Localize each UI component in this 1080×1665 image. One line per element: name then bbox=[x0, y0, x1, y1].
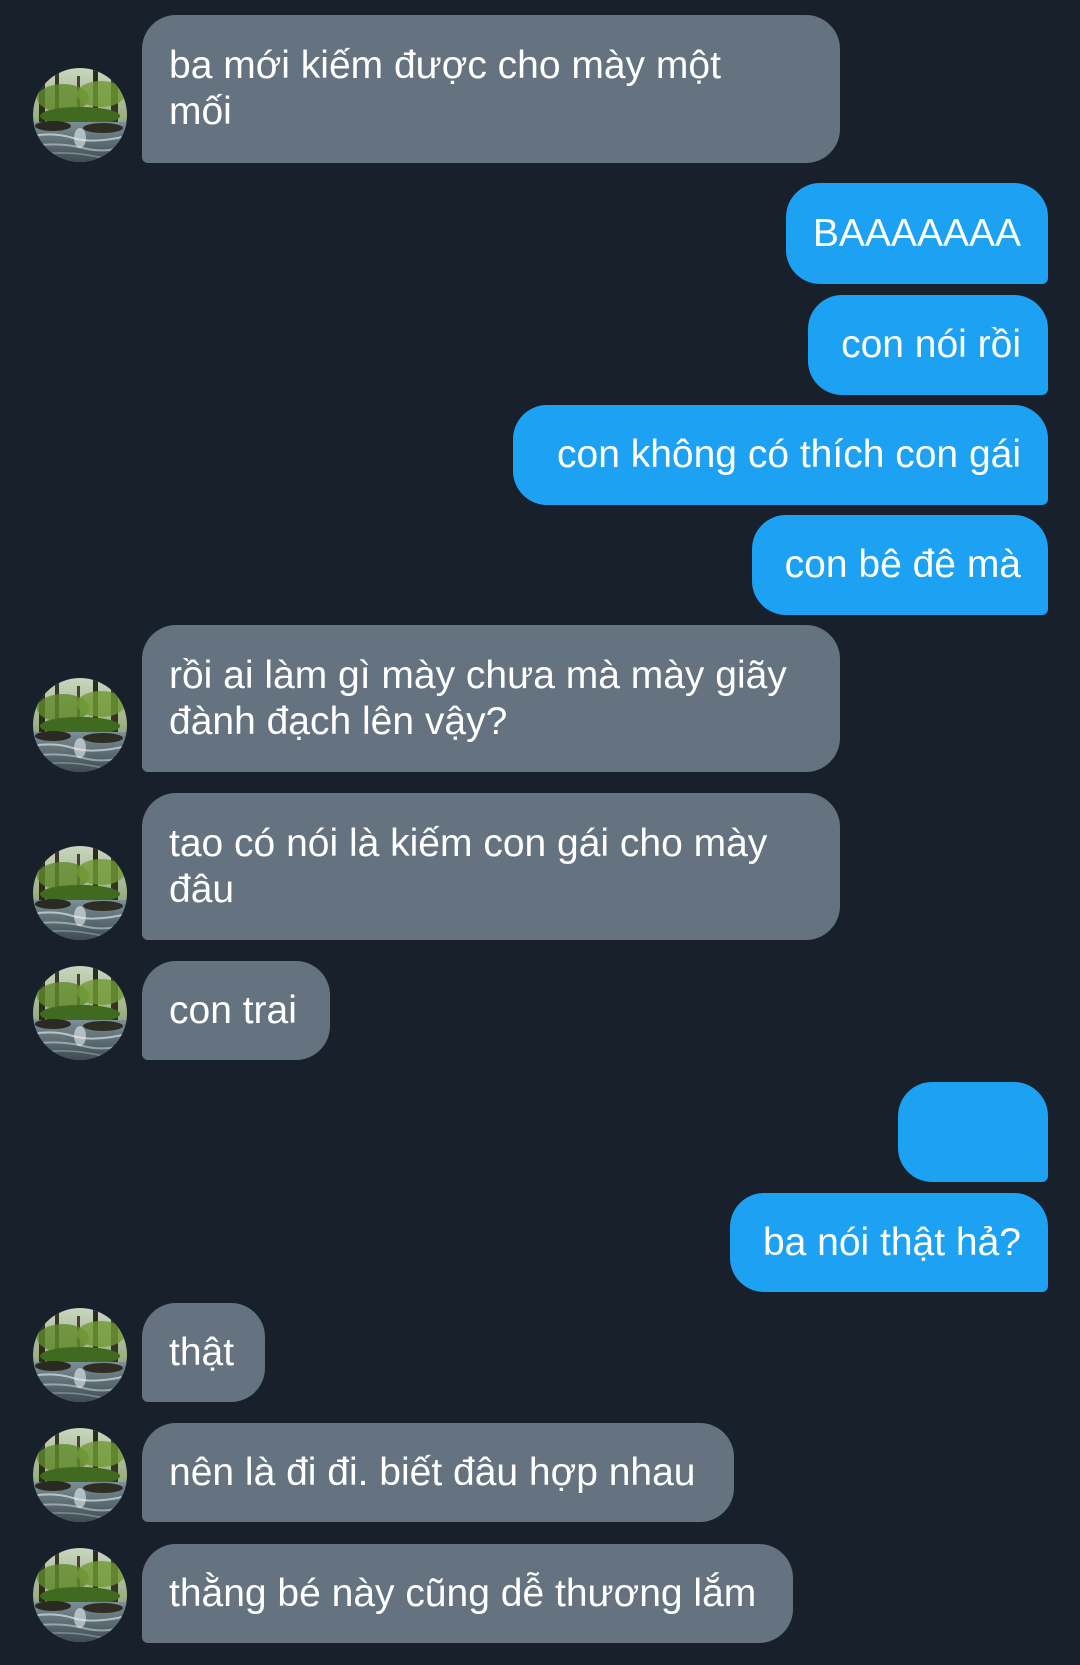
message-text: thật bbox=[169, 1330, 235, 1374]
message-bubble-outgoing[interactable]: con bê đê mà bbox=[752, 515, 1048, 615]
message-text: con không có thích con gái bbox=[557, 433, 1021, 476]
message-bubble-incoming[interactable]: tao có nói là kiếm con gái cho mày đâu bbox=[142, 793, 840, 940]
message-bubble-incoming[interactable]: con trai bbox=[142, 961, 330, 1060]
message-bubble-incoming[interactable]: rồi ai làm gì mày chưa mà mày giãy đành … bbox=[142, 625, 840, 772]
message-bubble-incoming[interactable]: nên là đi đi. biết đâu hợp nhau bbox=[142, 1423, 734, 1522]
message-text: rồi ai làm gì mày chưa mà mày giãy đành … bbox=[169, 653, 787, 743]
message-text: ba nói thật hả? bbox=[762, 1220, 1021, 1264]
message-bubble-incoming[interactable]: ba mới kiếm được cho mày một mối bbox=[142, 15, 840, 163]
avatar[interactable] bbox=[33, 68, 127, 162]
avatar[interactable] bbox=[33, 966, 127, 1060]
message-text: ba mới kiếm được cho mày một mối bbox=[169, 44, 721, 133]
avatar[interactable] bbox=[33, 1308, 127, 1402]
message-bubble-outgoing[interactable]: con nói rồi bbox=[808, 295, 1048, 395]
message-bubble-incoming[interactable]: thằng bé này cũng dễ thương lắm bbox=[142, 1544, 793, 1643]
message-text: con nói rồi bbox=[841, 323, 1021, 366]
avatar[interactable] bbox=[33, 846, 127, 940]
avatar[interactable] bbox=[33, 1428, 127, 1522]
message-text: con bê đê mà bbox=[784, 543, 1021, 586]
avatar[interactable] bbox=[33, 1548, 127, 1642]
message-bubble-outgoing[interactable] bbox=[898, 1082, 1048, 1244]
message-text: thằng bé này cũng dễ thương lắm bbox=[169, 1571, 757, 1615]
eyes-emoji-icon bbox=[978, 1111, 1020, 1244]
message-text: tao có nói là kiếm con gái cho mày đâu bbox=[169, 821, 768, 911]
message-text: BAAAAAAA bbox=[812, 211, 1021, 255]
message-text: nên là đi đi. biết đâu hợp nhau bbox=[169, 1450, 696, 1494]
eyes-emoji-icon bbox=[932, 1111, 974, 1244]
message-bubble-outgoing[interactable]: con không có thích con gái bbox=[513, 405, 1048, 505]
message-bubble-outgoing[interactable]: BAAAAAAA bbox=[786, 183, 1048, 284]
avatar[interactable] bbox=[33, 678, 127, 772]
chat-conversation: ba mới kiếm được cho mày một mối BAAAAAA… bbox=[0, 0, 1080, 1665]
message-bubble-outgoing[interactable]: ba nói thật hả? bbox=[730, 1193, 1048, 1292]
message-bubble-incoming[interactable]: thật bbox=[142, 1303, 265, 1402]
message-text: con trai bbox=[169, 988, 297, 1032]
